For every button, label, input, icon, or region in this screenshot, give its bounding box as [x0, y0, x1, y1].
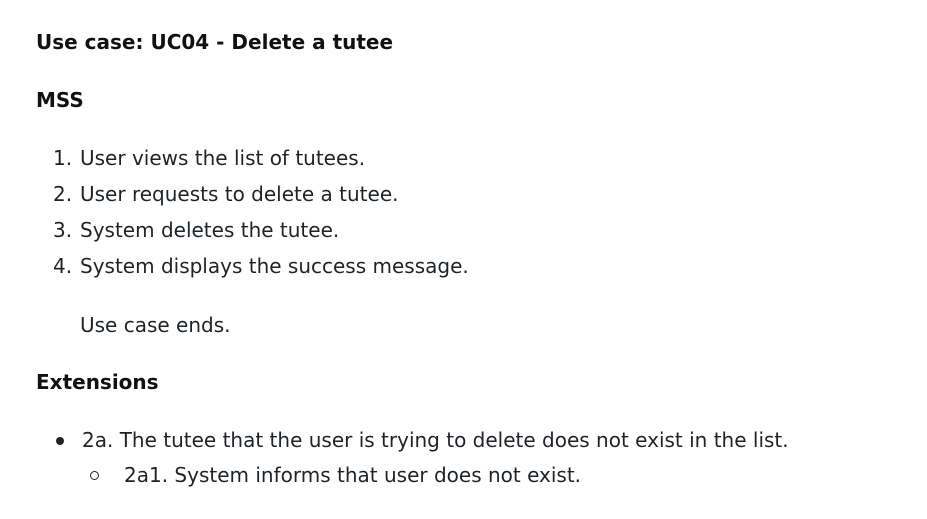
extension-item: 2a. The tutee that the user is trying to…: [36, 428, 896, 452]
step-number: 2.: [53, 182, 73, 206]
use-case-ends-text: Use case ends.: [80, 313, 231, 337]
mss-heading: MSS: [36, 88, 84, 112]
step-text: System displays the success message.: [80, 254, 469, 278]
step-text: System deletes the tutee.: [80, 218, 340, 242]
extension-sub-item: 2a1. System informs that user does not e…: [36, 463, 896, 487]
extension-sub-text: 2a1. System informs that user does not e…: [124, 463, 582, 487]
extension-text: 2a. The tutee that the user is trying to…: [82, 428, 789, 452]
step-text: User requests to delete a tutee.: [80, 182, 399, 206]
step-number: 1.: [53, 146, 73, 170]
step-number: 4.: [53, 254, 73, 278]
use-case-title: Use case: UC04 - Delete a tutee: [36, 30, 394, 54]
bullet-icon: [56, 437, 64, 445]
step-number: 3.: [53, 218, 73, 242]
step-text: User views the list of tutees.: [80, 146, 366, 170]
extensions-heading: Extensions: [36, 370, 159, 394]
hollow-bullet-icon: [90, 471, 99, 480]
